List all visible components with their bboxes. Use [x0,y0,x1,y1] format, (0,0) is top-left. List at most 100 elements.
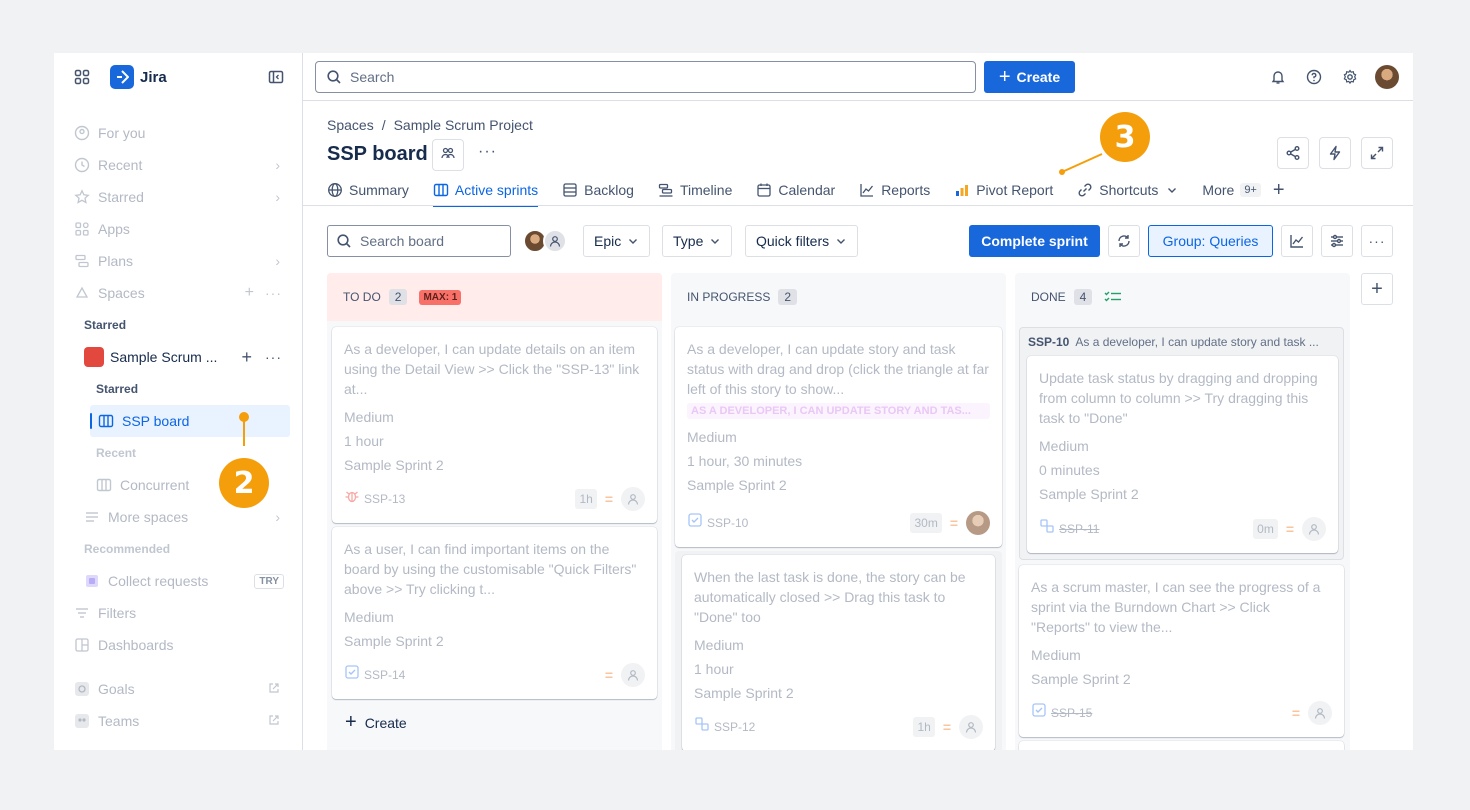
app-switcher-icon[interactable] [70,65,94,89]
sidebar-item-for-you[interactable]: For you [54,117,302,149]
issue-key[interactable]: SSP-11 [1059,519,1099,539]
add-tab-icon[interactable]: + [1273,179,1285,202]
main-content: Spaces / Sample Scrum Project SSP board … [303,101,1413,750]
breadcrumb-spaces[interactable]: Spaces [327,117,374,133]
assignee-avatar[interactable] [621,663,645,687]
unassigned-avatar[interactable] [543,229,567,253]
sidebar-item-ssp-board[interactable]: SSP board [90,405,290,437]
parent-key[interactable]: SSP-10 [1028,335,1069,349]
clock-icon [74,157,90,173]
team-button[interactable] [432,139,464,171]
issue-card[interactable]: When the last task is done, the story ca… [682,555,995,750]
create-label: Create [1016,69,1061,85]
issue-key[interactable]: SSP-15 [1051,703,1092,723]
issue-card[interactable]: As a user, I can find important items on… [332,527,657,699]
issue-key[interactable]: SSP-13 [364,489,405,509]
tab-reports[interactable]: Reports [859,175,930,205]
sidebar-header: Jira [70,65,286,89]
add-space-icon[interactable]: + [245,284,254,302]
issue-card[interactable]: Update task status by dragging and dropp… [1027,356,1338,553]
issue-key[interactable]: SSP-12 [714,717,755,737]
timeline-icon [658,182,674,198]
add-icon[interactable]: + [241,347,252,368]
external-link-icon[interactable] [268,681,280,697]
issue-key[interactable]: SSP-10 [707,513,748,533]
search-board-input[interactable]: Search board [327,225,511,257]
sidebar-item-teams[interactable]: Teams [54,705,302,737]
jira-logo-icon[interactable] [110,65,134,89]
sidebar-item-recent[interactable]: Recent › [54,149,302,181]
sidebar-item-plans[interactable]: Plans › [54,245,302,277]
sidebar-item-starred[interactable]: Starred › [54,181,302,213]
sidebar-item-filters[interactable]: Filters [54,597,302,629]
tab-calendar[interactable]: Calendar [756,175,835,205]
card-sprint: Sample Sprint 2 [1039,486,1139,502]
automation-lightning-icon[interactable] [1319,137,1351,169]
issue-card[interactable]: As a developer, I can update details on … [332,327,657,523]
parent-issue-group[interactable]: SSP-10 As a developer, I can update stor… [1019,327,1344,560]
sidebar-item-more-spaces[interactable]: More spaces › [54,501,302,533]
sidebar-item-apps[interactable]: Apps [54,213,302,245]
jira-app: Jira For you Recent › Starred › Apps Pla… [54,53,1413,750]
epic-filter[interactable]: Epic [583,225,651,257]
app-name[interactable]: Jira [140,69,167,86]
complete-sprint-button[interactable]: Complete sprint [969,225,1100,257]
column-title: IN PROGRESS [687,290,771,304]
chevron-right-icon[interactable]: › [275,253,280,269]
sidebar-item-dashboards[interactable]: Dashboards [54,629,302,661]
collapse-sidebar-icon[interactable] [266,67,286,87]
sidebar-item-label: Teams [98,713,140,729]
create-issue-button[interactable]: + Create [345,711,407,734]
sidebar-item-goals[interactable]: Goals [54,673,302,705]
chevron-right-icon[interactable]: › [275,189,280,205]
assignee-avatar[interactable] [966,511,990,535]
refresh-icon[interactable] [1108,225,1140,257]
issue-card[interactable] [1019,741,1344,750]
insights-chart-icon[interactable] [1281,225,1313,257]
tab-label: Active sprints [454,182,539,198]
help-icon[interactable] [1303,66,1325,88]
issue-key[interactable]: SSP-14 [364,665,405,685]
assignee-avatar[interactable] [959,715,983,739]
sidebar-project[interactable]: Sample Scrum ... + ··· [54,341,302,373]
assignee-avatar[interactable] [1308,701,1332,725]
more-icon[interactable]: ··· [265,349,282,365]
settings-gear-icon[interactable] [1339,66,1361,88]
tab-pivot-report[interactable]: Pivot Report [954,175,1053,205]
view-settings-icon[interactable] [1321,225,1353,257]
chevron-right-icon[interactable]: › [275,157,280,173]
expand-icon[interactable] [1361,137,1393,169]
share-icon[interactable] [1277,137,1309,169]
quick-filters[interactable]: Quick filters [745,225,859,257]
chevron-right-icon[interactable]: › [275,509,280,525]
user-avatar[interactable] [1375,65,1399,89]
epic-label[interactable]: AS A DEVELOPER, I CAN UPDATE STORY AND T… [687,403,990,419]
global-search-input[interactable]: Search [315,61,976,93]
sidebar-item-collect-requests[interactable]: Collect requests TRY [54,565,302,597]
tab-more[interactable]: More 9+ + [1202,175,1284,205]
more-icon[interactable]: ··· [265,285,282,301]
more-actions-icon[interactable]: ··· [1361,225,1393,257]
breadcrumb-project[interactable]: Sample Scrum Project [394,117,533,133]
tab-summary[interactable]: Summary [327,175,409,205]
sidebar-item-label: More spaces [108,509,189,525]
card-priority: Medium [1031,647,1081,663]
tab-active-sprints[interactable]: Active sprints [432,175,539,207]
title-more-icon[interactable]: ··· [478,143,497,161]
assignee-avatar[interactable] [621,487,645,511]
group-by-button[interactable]: Group: Queries [1148,225,1273,257]
issue-card[interactable]: As a developer, I can update story and t… [675,327,1002,547]
sidebar-item-spaces[interactable]: Spaces + ··· [54,277,302,309]
type-filter[interactable]: Type [662,225,733,257]
create-button[interactable]: + Create [984,61,1075,93]
tab-timeline[interactable]: Timeline [658,175,732,205]
external-link-icon[interactable] [268,713,280,729]
notifications-bell-icon[interactable] [1267,66,1289,88]
assignee-avatar[interactable] [1302,517,1326,541]
globe-icon [327,182,343,198]
subtask-icon [694,716,710,738]
tab-shortcuts[interactable]: Shortcuts [1077,175,1178,205]
tab-backlog[interactable]: Backlog [562,175,634,205]
add-column-button[interactable]: + [1361,273,1393,305]
issue-card[interactable]: As a scrum master, I can see the progres… [1019,565,1344,737]
